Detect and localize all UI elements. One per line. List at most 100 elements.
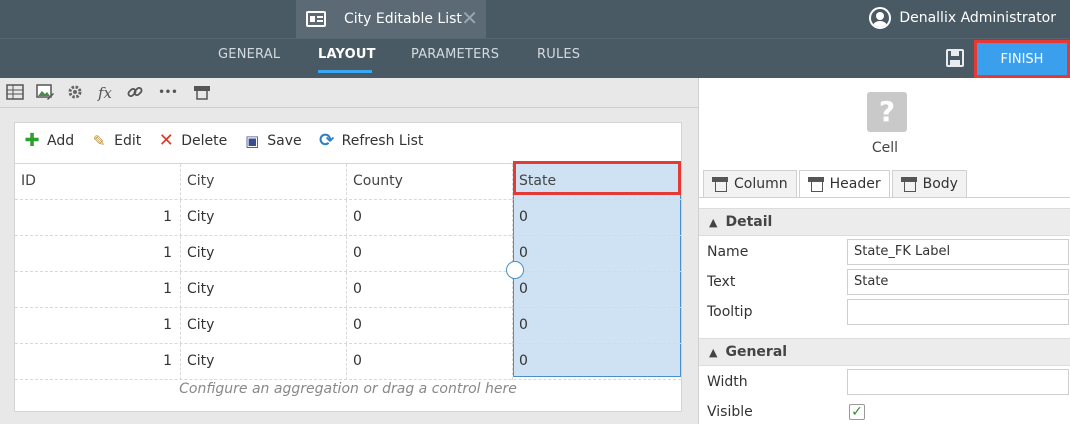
general-section-header[interactable]: ▲ General — [699, 338, 1070, 366]
refresh-list-button[interactable]: ⟳ Refresh List — [318, 130, 424, 151]
cell-city[interactable]: City — [181, 308, 347, 344]
tab-rules[interactable]: RULES — [537, 47, 580, 62]
edit-icon: ✎ — [92, 132, 106, 150]
visible-label: Visible — [707, 404, 753, 420]
cell-county[interactable]: 0 — [347, 344, 513, 380]
tab-column[interactable]: Column — [703, 170, 797, 198]
delete-icon: ✕ — [158, 130, 174, 151]
header-icon[interactable] — [192, 83, 212, 103]
link-icon[interactable] — [125, 83, 145, 103]
general-section-title: General — [725, 344, 788, 360]
cell-county[interactable]: 0 — [347, 236, 513, 272]
body-icon — [900, 177, 917, 192]
detail-section-header[interactable]: ▲ Detail — [699, 208, 1070, 236]
cell-id[interactable]: 1 — [15, 236, 181, 272]
chevron-up-icon: ▲ — [709, 346, 718, 359]
list-view-icon — [306, 11, 326, 27]
name-label: Name — [707, 244, 749, 260]
table-row: 1 City 0 0 — [15, 236, 681, 272]
wizard-nav: GENERAL LAYOUT PARAMETERS RULES — [0, 38, 1070, 78]
cell-state[interactable]: 0 — [513, 236, 681, 272]
tab-body[interactable]: Body — [891, 170, 967, 198]
active-tab-indicator — [318, 70, 372, 73]
width-label: Width — [707, 374, 748, 390]
table-row: 1 City 0 0 — [15, 344, 681, 380]
refresh-label: Refresh List — [341, 133, 424, 149]
drop-hint[interactable]: Configure an aggregation or drag a contr… — [15, 381, 681, 397]
tab-header[interactable]: Header — [798, 170, 890, 198]
tab-parameters[interactable]: PARAMETERS — [411, 47, 499, 62]
design-canvas: ✚ Add ✎ Edit ✕ Delete ▣ Save ⟳ Refresh List I… — [0, 108, 698, 424]
cell-id[interactable]: 1 — [15, 344, 181, 380]
column-resize-handle[interactable] — [506, 261, 524, 279]
column-header-id[interactable]: ID — [15, 164, 181, 200]
cell-county[interactable]: 0 — [347, 200, 513, 236]
top-bar: City Editable List ✕ Denallix Administra… — [0, 0, 1070, 38]
cell-type-icon: ? — [867, 92, 907, 132]
user-menu[interactable]: Denallix Administrator — [869, 7, 1056, 29]
chevron-up-icon: ▲ — [709, 216, 718, 229]
settings-gear-icon[interactable] — [65, 83, 85, 103]
document-tab-title: City Editable List — [344, 11, 462, 27]
add-icon: ✚ — [24, 130, 40, 151]
grid-icon[interactable] — [5, 83, 25, 103]
save-button[interactable]: ▣ Save — [243, 132, 301, 150]
selected-control-label: Cell — [871, 140, 899, 156]
document-tab[interactable]: City Editable List ✕ — [296, 0, 486, 38]
cell-state[interactable]: 0 — [513, 344, 681, 380]
column-header-county[interactable]: County — [347, 164, 513, 200]
image-edit-icon[interactable] — [35, 83, 55, 103]
tab-layout[interactable]: LAYOUT — [318, 47, 376, 62]
close-icon[interactable]: ✕ — [461, 8, 478, 28]
cell-city[interactable]: City — [181, 236, 347, 272]
visible-checkbox[interactable]: ✓ — [849, 404, 865, 420]
tab-column-label: Column — [734, 176, 788, 192]
finish-button[interactable]: FINISH — [974, 40, 1070, 78]
properties-panel: ? Cell Column Header Body ▲ Detail Name S… — [698, 78, 1070, 424]
cell-state[interactable]: 0 — [513, 272, 681, 308]
tab-divider — [699, 197, 1070, 198]
text-label: Text — [707, 274, 736, 290]
cell-county[interactable]: 0 — [347, 308, 513, 344]
text-field[interactable]: State — [847, 269, 1069, 295]
user-name: Denallix Administrator — [899, 10, 1056, 26]
header-icon — [807, 177, 824, 192]
detail-section-title: Detail — [725, 214, 773, 230]
fx-icon[interactable]: fx — [95, 83, 115, 103]
cell-city[interactable]: City — [181, 344, 347, 380]
cell-city[interactable]: City — [181, 200, 347, 236]
save-label: Save — [267, 133, 302, 149]
more-icon[interactable]: ••• — [158, 83, 178, 103]
cell-id[interactable]: 1 — [15, 200, 181, 236]
list-view-control[interactable]: ✚ Add ✎ Edit ✕ Delete ▣ Save ⟳ Refresh List I… — [14, 122, 682, 412]
cell-id[interactable]: 1 — [15, 272, 181, 308]
column-header-city[interactable]: City — [181, 164, 347, 200]
save-icon[interactable] — [946, 49, 964, 67]
cell-city[interactable]: City — [181, 272, 347, 308]
tab-body-label: Body — [922, 176, 958, 192]
add-label: Add — [47, 133, 75, 149]
name-field[interactable]: State_FK Label — [847, 239, 1069, 265]
column-icon — [712, 177, 728, 192]
add-button[interactable]: ✚ Add — [23, 132, 74, 150]
table-row: 1 City 0 0 — [15, 200, 681, 236]
table-row: 1 City 0 0 — [15, 272, 681, 308]
refresh-icon: ⟳ — [319, 130, 335, 151]
delete-label: Delete — [181, 133, 228, 149]
cell-county[interactable]: 0 — [347, 272, 513, 308]
edit-label: Edit — [114, 133, 142, 149]
edit-button[interactable]: ✎ Edit — [90, 132, 141, 150]
state-header-highlight — [513, 161, 681, 195]
cell-state[interactable]: 0 — [513, 308, 681, 344]
width-field[interactable] — [847, 369, 1069, 395]
list-toolbar: ✚ Add ✎ Edit ✕ Delete ▣ Save ⟳ Refresh List — [15, 123, 681, 159]
tab-header-label: Header — [829, 176, 881, 192]
cell-state[interactable]: 0 — [513, 200, 681, 236]
tab-general[interactable]: GENERAL — [218, 47, 280, 62]
table-row: 1 City 0 0 — [15, 308, 681, 344]
cell-id[interactable]: 1 — [15, 308, 181, 344]
tooltip-field[interactable] — [847, 299, 1069, 325]
checkmark-icon: ✓ — [851, 404, 863, 420]
user-avatar-icon — [869, 7, 892, 29]
delete-button[interactable]: ✕ Delete — [157, 130, 228, 151]
